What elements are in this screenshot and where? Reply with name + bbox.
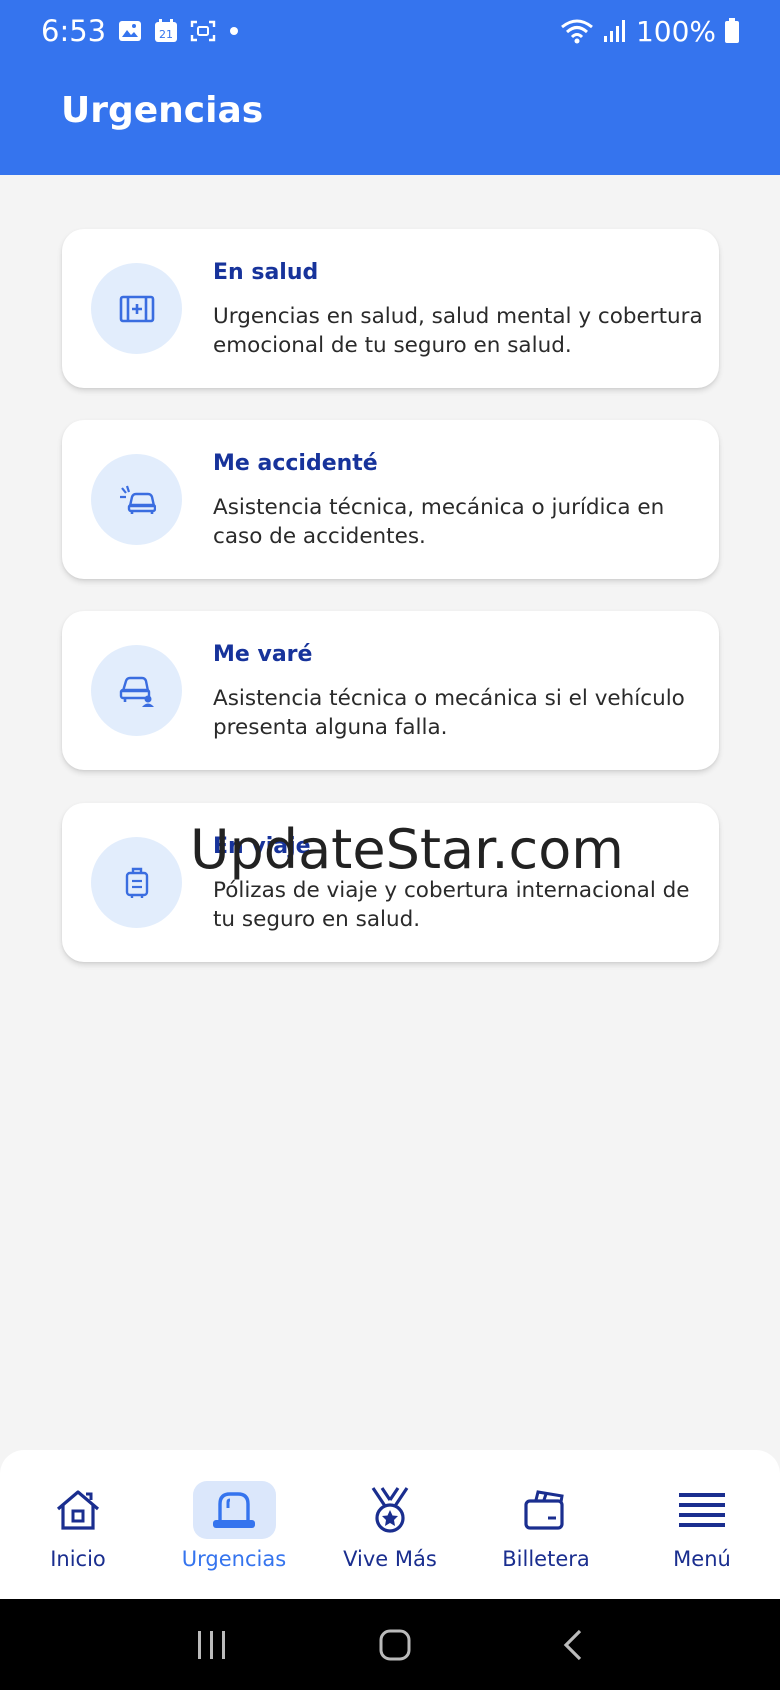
nav-label: Vive Más xyxy=(343,1547,437,1571)
back-icon[interactable] xyxy=(561,1628,585,1662)
calendar-day: 21 xyxy=(159,28,173,41)
card-title: En salud xyxy=(213,260,319,285)
bottom-navigation: Inicio Urgencias Vive Más Billetera Menú xyxy=(0,1450,780,1599)
nav-item-menu[interactable]: Menú xyxy=(624,1450,780,1599)
medal-icon xyxy=(371,1487,409,1533)
icon-circle xyxy=(91,837,182,928)
gallery-icon xyxy=(119,21,142,41)
wifi-icon xyxy=(561,19,593,44)
car-crash-icon xyxy=(119,485,156,514)
icon-circle xyxy=(91,454,182,545)
battery-percentage: 100% xyxy=(635,14,716,48)
card-me-vare[interactable]: Me varé Asistencia técnica o mecánica si… xyxy=(62,611,719,770)
screenshot-icon xyxy=(190,20,216,42)
card-description: Urgencias en salud, salud mental y cober… xyxy=(213,304,703,358)
card-description: Asistencia técnica o mecánica si el vehí… xyxy=(213,686,685,740)
first-aid-kit-icon xyxy=(119,295,154,322)
recent-apps-icon[interactable] xyxy=(195,1629,229,1661)
page-title: Urgencias xyxy=(61,90,264,131)
battery-icon xyxy=(725,18,739,43)
nav-label: Urgencias xyxy=(181,1547,287,1571)
menu-icon xyxy=(679,1493,725,1527)
luggage-icon xyxy=(125,867,148,898)
nav-label: Inicio xyxy=(50,1547,106,1571)
nav-label: Billetera xyxy=(502,1547,590,1571)
status-time: 6:53 xyxy=(41,14,107,48)
app-header: 6:53 21 100% Urgencias xyxy=(0,0,780,175)
card-description: Asistencia técnica, mecánica o jurídica … xyxy=(213,495,665,549)
car-breakdown-icon xyxy=(119,676,154,707)
system-navigation-bar xyxy=(0,1599,780,1690)
watermark-text: UpdateStar.com xyxy=(190,818,624,881)
home-button-icon[interactable] xyxy=(378,1628,412,1662)
icon-circle xyxy=(91,263,182,354)
nav-item-inicio[interactable]: Inicio xyxy=(0,1450,156,1599)
status-bar: 6:53 21 100% xyxy=(0,0,780,62)
signal-icon xyxy=(603,20,625,42)
nav-item-billetera[interactable]: Billetera xyxy=(468,1450,624,1599)
siren-icon xyxy=(213,1492,255,1528)
icon-circle xyxy=(91,645,182,736)
calendar-icon: 21 xyxy=(155,19,178,42)
card-en-salud[interactable]: En salud Urgencias en salud, salud menta… xyxy=(62,229,719,388)
notification-dot-icon xyxy=(230,27,239,35)
nav-item-urgencias[interactable]: Urgencias xyxy=(156,1450,312,1599)
card-me-accidente[interactable]: Me accidenté Asistencia técnica, mecánic… xyxy=(62,420,719,579)
wallet-icon xyxy=(524,1490,564,1530)
card-title: Me accidenté xyxy=(213,451,378,476)
home-icon xyxy=(56,1490,100,1530)
card-title: Me varé xyxy=(213,642,313,667)
nav-label: Menú xyxy=(673,1547,731,1571)
nav-item-vive-mas[interactable]: Vive Más xyxy=(312,1450,468,1599)
card-description: Pólizas de viaje y cobertura internacion… xyxy=(213,878,690,932)
